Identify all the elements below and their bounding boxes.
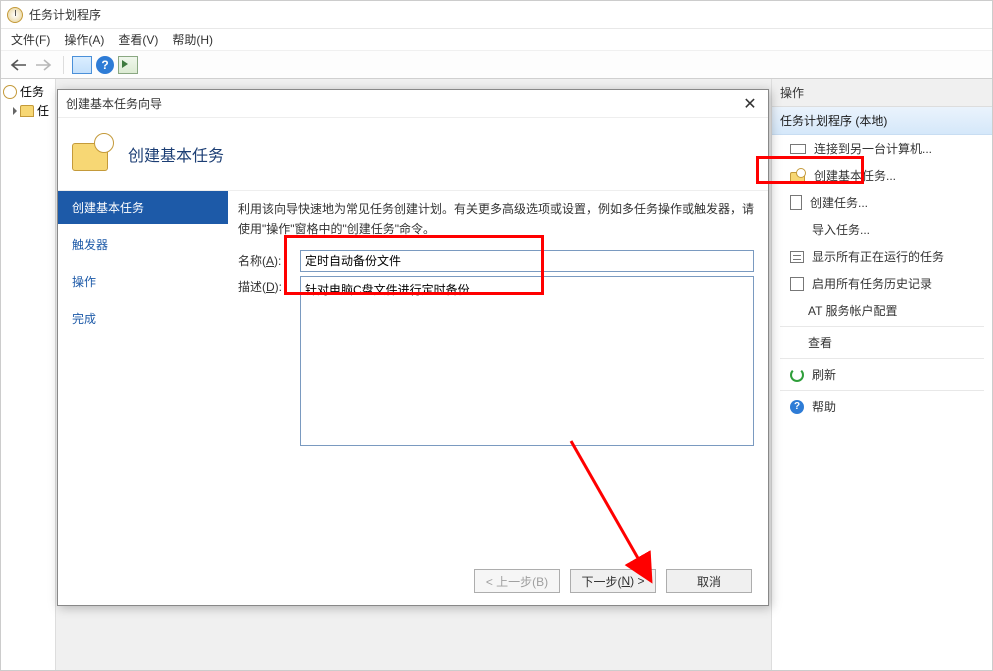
name-input[interactable] xyxy=(300,250,754,272)
action-show-running[interactable]: 显示所有正在运行的任务 xyxy=(772,243,992,270)
titlebar: 任务计划程序 xyxy=(1,1,992,29)
wizard-header: 创建基本任务 xyxy=(58,118,768,190)
toolbar: ? xyxy=(1,51,992,79)
desc-label: 描述(D): xyxy=(238,278,300,295)
actions-header: 操作 xyxy=(772,79,992,107)
action-import-task[interactable]: 导入任务... xyxy=(772,216,992,243)
toolbar-separator xyxy=(63,56,64,74)
tree-pane: 任务 任 xyxy=(1,79,56,670)
action-enable-history-label: 启用所有任务历史记录 xyxy=(812,275,932,292)
create-basic-task-wizard: 创建基本任务向导 ✕ 创建基本任务 创建基本任务 触发器 操作 完成 利用该向导… xyxy=(57,89,769,606)
actions-pane: 操作 任务计划程序 (本地) 连接到另一台计算机... 创建基本任务... 创建… xyxy=(772,79,992,670)
tree-child-label: 任 xyxy=(37,102,49,119)
action-create-basic-task[interactable]: 创建基本任务... xyxy=(772,162,992,189)
back-button[interactable] xyxy=(7,54,29,76)
back-button: < 上一步(B) xyxy=(474,569,560,593)
menu-help[interactable]: 帮助(H) xyxy=(172,31,213,48)
wizard-heading: 创建基本任务 xyxy=(128,142,224,166)
wizard-form: 利用该向导快速地为常见任务创建计划。有关更多高级选项或设置，例如多任务操作或触发… xyxy=(228,191,768,557)
action-separator xyxy=(780,358,984,359)
app-title: 任务计划程序 xyxy=(29,6,101,23)
action-at-service-label: AT 服务帐户配置 xyxy=(808,302,898,319)
action-view-label: 查看 xyxy=(808,334,832,351)
wizard-body: 创建基本任务 触发器 操作 完成 利用该向导快速地为常见任务创建计划。有关更多高… xyxy=(58,190,768,557)
forward-button[interactable] xyxy=(33,54,55,76)
desc-textarea[interactable] xyxy=(300,276,754,446)
action-separator xyxy=(780,326,984,327)
clock-icon xyxy=(3,85,17,99)
wizard-titlebar: 创建基本任务向导 ✕ xyxy=(58,90,768,118)
wizard-header-icon xyxy=(72,133,114,175)
action-help-label: 帮助 xyxy=(812,398,836,415)
cancel-button[interactable]: 取消 xyxy=(666,569,752,593)
action-connect[interactable]: 连接到另一台计算机... xyxy=(772,135,992,162)
help-icon[interactable]: ? xyxy=(96,56,114,74)
menubar: 文件(F) 操作(A) 查看(V) 帮助(H) xyxy=(1,29,992,51)
action-separator xyxy=(780,390,984,391)
enable-icon xyxy=(790,277,804,291)
action-refresh[interactable]: 刷新 xyxy=(772,361,992,388)
import-icon xyxy=(790,223,804,237)
wizard-intro: 利用该向导快速地为常见任务创建计划。有关更多高级选项或设置，例如多任务操作或触发… xyxy=(238,199,754,240)
connect-icon xyxy=(790,144,806,154)
tree-child[interactable]: 任 xyxy=(3,102,53,119)
doc-icon xyxy=(790,195,802,210)
row-name: 名称(A): xyxy=(238,250,754,272)
close-button[interactable]: ✕ xyxy=(740,94,760,114)
wizard-buttons: < 上一步(B) 下一步(N) > 取消 xyxy=(58,557,768,605)
help-icon: ? xyxy=(790,400,804,414)
tree-root-label: 任务 xyxy=(20,83,44,100)
step-finish[interactable]: 完成 xyxy=(58,302,228,335)
action-show-running-label: 显示所有正在运行的任务 xyxy=(812,248,944,265)
pane-toggle-icon[interactable] xyxy=(72,56,92,74)
menu-file[interactable]: 文件(F) xyxy=(11,31,50,48)
action-create-task[interactable]: 创建任务... xyxy=(772,189,992,216)
action-refresh-label: 刷新 xyxy=(812,366,836,383)
tree-root[interactable]: 任务 xyxy=(3,83,53,100)
list-icon xyxy=(790,251,804,263)
action-connect-label: 连接到另一台计算机... xyxy=(814,140,932,157)
next-button[interactable]: 下一步(N) > xyxy=(570,569,656,593)
action-create-task-label: 创建任务... xyxy=(810,194,868,211)
action-at-service[interactable]: AT 服务帐户配置 xyxy=(772,297,992,324)
app-icon xyxy=(7,7,23,23)
step-create-basic-task[interactable]: 创建基本任务 xyxy=(58,191,228,224)
action-create-basic-label: 创建基本任务... xyxy=(814,167,896,184)
menu-action[interactable]: 操作(A) xyxy=(64,31,104,48)
action-enable-history[interactable]: 启用所有任务历史记录 xyxy=(772,270,992,297)
step-action[interactable]: 操作 xyxy=(58,265,228,298)
actions-subheader: 任务计划程序 (本地) xyxy=(772,107,992,135)
folder-icon xyxy=(20,105,34,117)
folder-clock-icon xyxy=(790,168,806,184)
wizard-steps: 创建基本任务 触发器 操作 完成 xyxy=(58,191,228,557)
action-import-label: 导入任务... xyxy=(812,221,870,238)
task-scheduler-window: 任务计划程序 文件(F) 操作(A) 查看(V) 帮助(H) ? 任务 任 xyxy=(0,0,993,671)
action-pane-icon[interactable] xyxy=(118,56,138,74)
action-view[interactable]: 查看 xyxy=(772,329,992,356)
step-trigger[interactable]: 触发器 xyxy=(58,228,228,261)
refresh-icon xyxy=(790,368,804,382)
row-desc: 描述(D): xyxy=(238,276,754,446)
expand-icon xyxy=(13,107,17,115)
action-help[interactable]: ? 帮助 xyxy=(772,393,992,420)
menu-view[interactable]: 查看(V) xyxy=(118,31,158,48)
wizard-dialog-title: 创建基本任务向导 xyxy=(66,95,162,112)
name-label: 名称(A): xyxy=(238,252,300,269)
